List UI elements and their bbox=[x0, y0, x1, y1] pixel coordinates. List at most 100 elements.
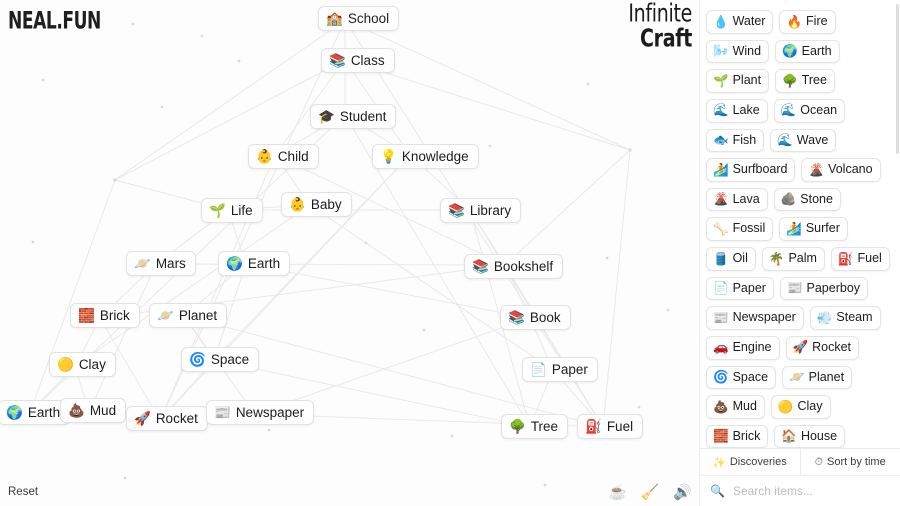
sound-icon[interactable]: 🔊 bbox=[673, 485, 692, 500]
sidebar-item[interactable]: 🚀 Rocket bbox=[785, 335, 859, 360]
sidebar-item[interactable]: 🌀 Space bbox=[706, 365, 777, 390]
item-emoji-icon: 🌴 bbox=[768, 251, 785, 266]
node-emoji-icon: 📚 bbox=[508, 309, 525, 325]
item-emoji-icon: 💩 bbox=[713, 399, 729, 414]
canvas-node[interactable]: 📚 Class bbox=[321, 48, 395, 73]
sidebar-item[interactable]: 🌊 Lake bbox=[706, 98, 768, 123]
canvas-node[interactable]: 🌳 Tree bbox=[501, 414, 569, 439]
tab-discoveries[interactable]: ✨ Discoveries bbox=[700, 449, 800, 475]
item-label: Earth bbox=[801, 43, 832, 58]
item-label: Engine bbox=[732, 339, 772, 354]
canvas-node[interactable]: 💡 Knowledge bbox=[372, 144, 479, 169]
coffee-icon[interactable]: ☕ bbox=[608, 485, 627, 500]
item-emoji-icon: 🌍 bbox=[782, 44, 798, 59]
canvas-tools: ☕ 🧹 🔊 bbox=[608, 485, 692, 500]
canvas-node[interactable]: 💩 Mud bbox=[60, 398, 127, 423]
sidebar-item[interactable]: 🛢️ Oil bbox=[706, 247, 756, 271]
sidebar-item[interactable]: 🌋 Volcano bbox=[801, 158, 881, 182]
canvas-node[interactable]: 🌱 Life bbox=[201, 198, 263, 223]
sidebar-item[interactable]: 🪐 Planet bbox=[782, 365, 853, 390]
canvas-node[interactable]: 🌀 Space bbox=[181, 347, 260, 372]
sidebar-item[interactable]: 📰 Newspaper bbox=[706, 306, 804, 330]
canvas-node[interactable]: 📚 Bookshelf bbox=[464, 254, 564, 279]
sidebar-item[interactable]: 🌱 Plant bbox=[706, 69, 770, 93]
sidebar-item[interactable]: 🌳 Tree bbox=[775, 69, 835, 93]
items-list: 💧 Water 🔥 Fire 🌬️ Wind 🌍 Earth 🌱 Plant 🌳 Tree 🌊 Lake 🌊… bbox=[706, 6, 893, 448]
item-emoji-icon: 🏄 bbox=[786, 221, 802, 236]
canvas-node[interactable]: 👶 Baby bbox=[281, 192, 352, 217]
sidebar-item[interactable]: ⛽ Fuel bbox=[830, 247, 890, 271]
footer-tabs: ✨ Discoveries ⏱ Sort by time bbox=[700, 449, 900, 475]
crafting-canvas[interactable]: NEAL.FUN Infinite Craft 🏫 School 📚 Class 🎓 St… bbox=[0, 0, 700, 506]
sidebar-item[interactable]: 🏄 Surfer bbox=[779, 217, 848, 241]
sidebar-item[interactable]: 📰 Paperboy bbox=[779, 276, 869, 301]
item-label: Space bbox=[732, 369, 769, 384]
game-title: Infinite Craft bbox=[628, 1, 692, 51]
canvas-node[interactable]: 🚀 Rocket bbox=[126, 406, 208, 431]
reset-button[interactable]: Reset bbox=[8, 486, 38, 498]
sidebar-item[interactable]: 🌊 Ocean bbox=[773, 98, 846, 123]
sidebar-item[interactable]: 🌋 Lava bbox=[706, 187, 768, 212]
clock-icon: ⏱ bbox=[814, 455, 823, 468]
node-label: Tree bbox=[530, 419, 559, 434]
sidebar-item[interactable]: 🏠 House bbox=[774, 424, 846, 448]
canvas-node[interactable]: 🪐 Planet bbox=[149, 303, 228, 328]
sidebar-item[interactable]: 🪨 Stone bbox=[773, 187, 841, 212]
site-brand[interactable]: NEAL.FUN bbox=[8, 7, 101, 35]
node-emoji-icon: 📚 bbox=[472, 258, 489, 274]
canvas-node[interactable]: 👶 Child bbox=[248, 144, 319, 169]
search-input[interactable] bbox=[730, 483, 890, 499]
sidebar-item[interactable]: 🌬️ Wind bbox=[706, 39, 770, 64]
sidebar-item[interactable]: 🔥 Fire bbox=[779, 10, 836, 34]
canvas-node[interactable]: 📄 Paper bbox=[522, 357, 598, 382]
item-label: Wind bbox=[732, 43, 762, 58]
game-title-line2: Craft bbox=[640, 24, 692, 53]
node-emoji-icon: 📚 bbox=[329, 52, 346, 68]
sidebar-item[interactable]: 🦴 Fossil bbox=[706, 217, 774, 241]
node-label: Mars bbox=[155, 256, 186, 271]
sidebar-scrollbar[interactable] bbox=[896, 4, 899, 154]
canvas-node[interactable]: 🧱 Brick bbox=[70, 303, 140, 328]
items-scroll-area[interactable]: 💧 Water 🔥 Fire 🌬️ Wind 🌍 Earth 🌱 Plant 🌳 Tree 🌊 Lake 🌊… bbox=[700, 0, 900, 448]
sidebar-item[interactable]: 📄 Paper bbox=[706, 276, 774, 301]
item-emoji-icon: 🪨 bbox=[780, 192, 797, 207]
canvas-node[interactable]: 🌍 Earth bbox=[218, 251, 291, 276]
sidebar-item[interactable]: 💧 Water bbox=[706, 10, 774, 34]
sidebar-item[interactable]: 🚗 Engine bbox=[706, 335, 780, 360]
node-label: Fuel bbox=[606, 419, 634, 434]
item-emoji-icon: 🧱 bbox=[713, 429, 729, 444]
canvas-node[interactable]: ⛽ Fuel bbox=[577, 414, 644, 439]
node-label: Planet bbox=[178, 308, 218, 323]
item-label: Volcano bbox=[828, 162, 873, 177]
canvas-node[interactable]: 📰 Newspaper bbox=[206, 400, 315, 425]
canvas-node[interactable]: 🪐 Mars bbox=[126, 251, 196, 276]
sidebar-item[interactable]: 🐟 Fish bbox=[706, 128, 765, 153]
sidebar-item[interactable]: 🌊 Wave bbox=[770, 128, 837, 153]
sidebar-item[interactable]: 💩 Mud bbox=[706, 395, 765, 419]
canvas-node[interactable]: 🟡 Clay bbox=[49, 352, 116, 377]
canvas-node[interactable]: 🎓 Student bbox=[310, 104, 397, 129]
sidebar-item[interactable]: 🧱 Brick bbox=[706, 424, 769, 448]
sidebar-item[interactable]: 💨 Steam bbox=[809, 306, 881, 330]
item-emoji-icon: 🛢️ bbox=[713, 251, 729, 266]
canvas-node[interactable]: 📚 Book bbox=[500, 305, 571, 330]
item-label: Paper bbox=[732, 280, 766, 295]
search-icon: 🔍 bbox=[710, 484, 725, 498]
node-emoji-icon: 🏫 bbox=[326, 10, 343, 26]
sidebar-item[interactable]: 🌴 Palm bbox=[761, 247, 825, 271]
sidebar-item[interactable]: 🌍 Earth bbox=[775, 39, 840, 64]
canvas-node[interactable]: 🏫 School bbox=[318, 6, 400, 31]
tab-sort-by-time[interactable]: ⏱ Sort by time bbox=[799, 449, 900, 475]
item-label: Stone bbox=[800, 191, 833, 206]
canvas-node[interactable]: 📚 Library bbox=[440, 198, 522, 223]
node-label: Earth bbox=[247, 256, 281, 271]
sidebar-item[interactable]: 🟡 Clay bbox=[770, 395, 831, 419]
item-label: Surfboard bbox=[732, 162, 788, 177]
broom-icon[interactable]: 🧹 bbox=[641, 485, 660, 500]
node-label: Space bbox=[210, 352, 250, 367]
sidebar-item[interactable]: 🏄 Surfboard bbox=[706, 158, 796, 182]
node-emoji-icon: 🪐 bbox=[157, 307, 174, 323]
node-emoji-icon: 🌍 bbox=[226, 255, 243, 271]
item-emoji-icon: 💨 bbox=[816, 310, 833, 325]
node-emoji-icon: 🟡 bbox=[57, 356, 74, 372]
